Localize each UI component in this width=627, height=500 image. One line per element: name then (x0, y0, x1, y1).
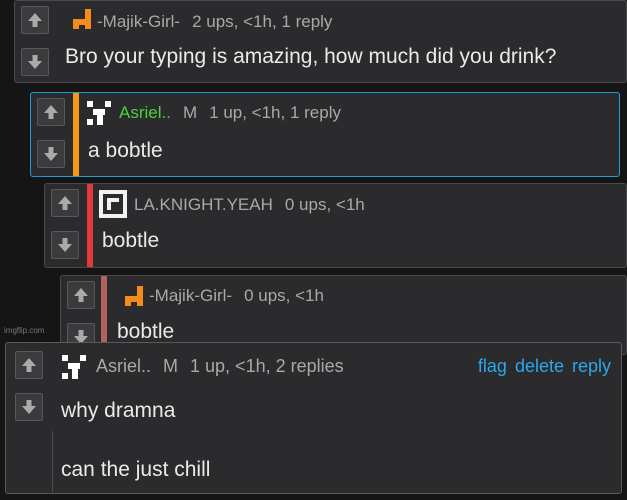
flag-link[interactable]: flag (478, 356, 507, 376)
avatar[interactable] (117, 284, 145, 312)
downvote-button[interactable] (37, 140, 65, 168)
upvote-button[interactable] (67, 281, 95, 309)
comment-stats: 1 up, <1h, 2 replies (190, 356, 344, 376)
comment-stats: 2 ups, <1h, 1 reply (192, 12, 333, 31)
downvote-button[interactable] (21, 48, 49, 76)
comment-body: bobtle (117, 320, 175, 343)
upvote-button[interactable] (37, 98, 65, 126)
thread-color-bar (73, 93, 79, 176)
username-link[interactable]: Asriel.. (96, 356, 151, 376)
comment-body-line: can the just chill (61, 458, 211, 481)
vote-column-divider (52, 431, 53, 493)
avatar[interactable] (60, 353, 88, 381)
avatar[interactable] (65, 7, 93, 35)
arrow-down-icon (44, 147, 58, 161)
comment-1: -Majik-Girl- 2 ups, <1h, 1 reply Bro your… (14, 0, 627, 83)
mod-badge: M (182, 103, 198, 122)
upvote-button[interactable] (51, 189, 79, 217)
vote-controls (6, 343, 50, 493)
arrow-down-icon (28, 55, 42, 69)
downvote-button[interactable] (15, 393, 43, 421)
comment-meta: Asriel.. M 1 up, <1h, 2 replies (96, 356, 344, 377)
avatar[interactable] (85, 99, 113, 127)
comment-body: bobtle (102, 229, 160, 252)
username-link[interactable]: Asriel.. (119, 103, 171, 122)
arrow-down-icon (22, 400, 36, 414)
comment-stats: 1 up, <1h, 1 reply (209, 103, 341, 122)
downvote-button[interactable] (51, 231, 79, 259)
username-link[interactable]: -Majik-Girl- (149, 286, 232, 305)
delete-link[interactable]: delete (515, 356, 564, 376)
username-link[interactable]: -Majik-Girl- (97, 12, 180, 31)
comment-stats: 0 ups, <1h (284, 195, 365, 214)
arrow-up-icon (74, 288, 88, 302)
comment-stats: 0 ups, <1h (244, 286, 324, 305)
username-link[interactable]: LA.KNIGHT.YEAH (134, 195, 273, 214)
arrow-up-icon (44, 105, 58, 119)
avatar[interactable] (99, 190, 127, 218)
comment-meta: LA.KNIGHT.YEAH 0 ups, <1h (134, 195, 365, 215)
vote-controls (15, 1, 55, 82)
arrow-up-icon (28, 13, 42, 27)
comment-body-line: why dramna (61, 399, 176, 422)
reply-link[interactable]: reply (572, 356, 611, 376)
comment-meta: -Majik-Girl- 0 ups, <1h (149, 286, 324, 306)
thread-color-bar (87, 184, 93, 267)
comment-body: Bro your typing is amazing, how much did… (65, 45, 557, 68)
comment-meta: Asriel.. M 1 up, <1h, 1 reply (119, 103, 341, 123)
arrow-up-icon (58, 196, 72, 210)
comment-meta: -Majik-Girl- 2 ups, <1h, 1 reply (97, 12, 332, 32)
comment-2: Asriel.. M 1 up, <1h, 1 reply a bobtle (30, 92, 620, 177)
comment-5: Asriel.. M 1 up, <1h, 2 replies flag delete… (5, 342, 622, 494)
comment-body: a bobtle (88, 139, 163, 162)
watermark: imgflip.com (4, 326, 45, 335)
comment-3: LA.KNIGHT.YEAH 0 ups, <1h bobtle (44, 183, 627, 268)
arrow-up-icon (22, 358, 36, 372)
mod-badge: M (163, 356, 179, 376)
vote-controls (31, 93, 71, 176)
arrow-down-icon (58, 238, 72, 252)
upvote-button[interactable] (15, 351, 43, 379)
vote-controls (45, 184, 85, 267)
upvote-button[interactable] (21, 6, 49, 34)
comment-actions: flag delete reply (470, 356, 611, 377)
